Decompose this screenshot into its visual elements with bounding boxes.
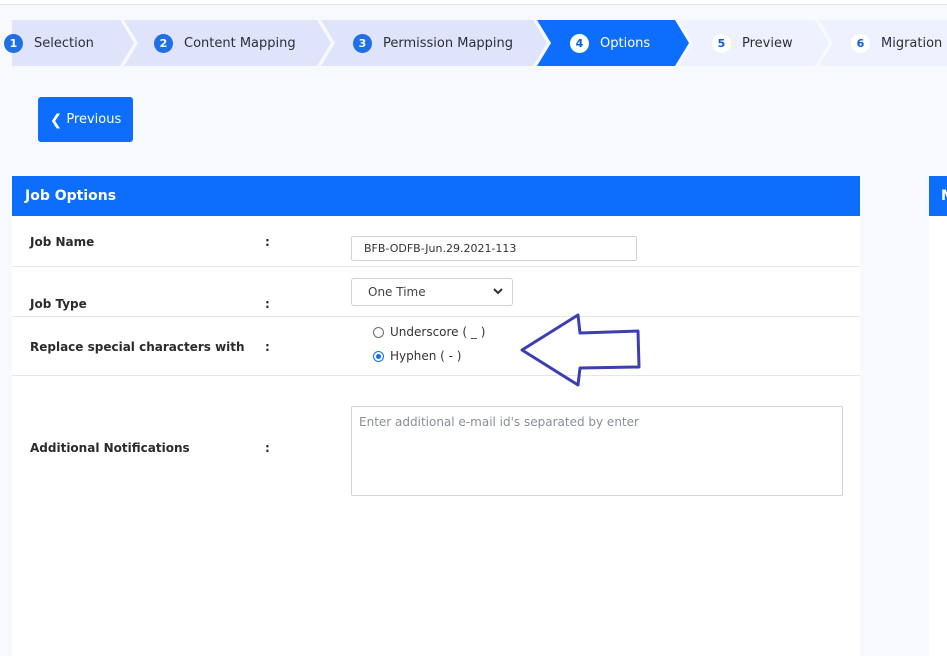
separator: : [265,297,270,311]
job-type-select[interactable]: One Time [351,278,513,306]
hyphen-label: Hyphen ( - ) [390,349,462,363]
step-options[interactable]: 4 Options [570,20,650,66]
hyphen-radio[interactable] [373,350,384,362]
previous-button[interactable]: ❮ Previous [38,97,133,142]
step-label: Migration [881,35,943,51]
step-permission-mapping[interactable]: 3 Permission Mapping [353,20,513,66]
right-panel: M [929,176,947,656]
notifications-placeholder: Enter additional e-mail id's separated b… [359,415,639,429]
separator: : [265,235,270,249]
job-type-row: Job Type : One Time [12,267,860,317]
step-number: 4 [570,33,589,53]
step-migration[interactable]: 6 Migration [851,20,942,66]
job-type-selected: One Time [368,285,426,299]
underscore-option[interactable]: Underscore ( _ ) [373,325,485,339]
replace-chars-label: Replace special characters with [30,340,245,354]
job-options-panel: Job Options Job Name : BFB-ODFB-Jun.29.2… [12,176,860,656]
underscore-radio[interactable] [373,326,384,338]
step-label: Content Mapping [184,35,296,51]
step-content-mapping[interactable]: 2 Content Mapping [154,20,296,66]
step-number: 6 [851,33,870,53]
step-label: Selection [34,35,94,51]
step-label: Options [600,35,651,51]
step-preview[interactable]: 5 Preview [712,20,793,66]
annotation-arrow-icon [520,313,641,387]
underscore-label: Underscore ( _ ) [390,325,486,339]
wizard-stepper: 1 Selection 2 Content Mapping 3 Permissi… [4,20,947,66]
step-selection[interactable]: 1 Selection [4,20,94,66]
hyphen-option[interactable]: Hyphen ( - ) [373,349,461,363]
job-name-label: Job Name [30,235,95,249]
job-name-value: BFB-ODFB-Jun.29.2021-113 [364,242,517,255]
job-type-label: Job Type [30,297,87,311]
separator: : [265,441,270,455]
job-name-row: Job Name : BFB-ODFB-Jun.29.2021-113 [12,216,860,267]
notifications-row: Additional Notifications : Enter additio… [12,376,860,526]
top-bar [0,0,947,5]
step-number: 3 [353,33,372,53]
job-options-title: Job Options [12,176,860,216]
chevron-down-icon [493,288,503,295]
notifications-textarea[interactable]: Enter additional e-mail id's separated b… [351,406,843,496]
step-number: 2 [154,33,173,53]
step-label: Preview [742,35,793,51]
notifications-label: Additional Notifications [30,441,190,455]
right-panel-title: M [929,176,947,216]
step-label: Permission Mapping [383,35,514,51]
job-name-input[interactable]: BFB-ODFB-Jun.29.2021-113 [351,236,637,261]
step-number: 1 [4,33,23,53]
replace-chars-row: Replace special characters with : Unders… [12,317,860,376]
previous-button-label: Previous [66,112,122,127]
separator: : [265,340,270,354]
chevron-left-icon: ❮ [49,110,63,129]
step-number: 5 [712,33,731,53]
